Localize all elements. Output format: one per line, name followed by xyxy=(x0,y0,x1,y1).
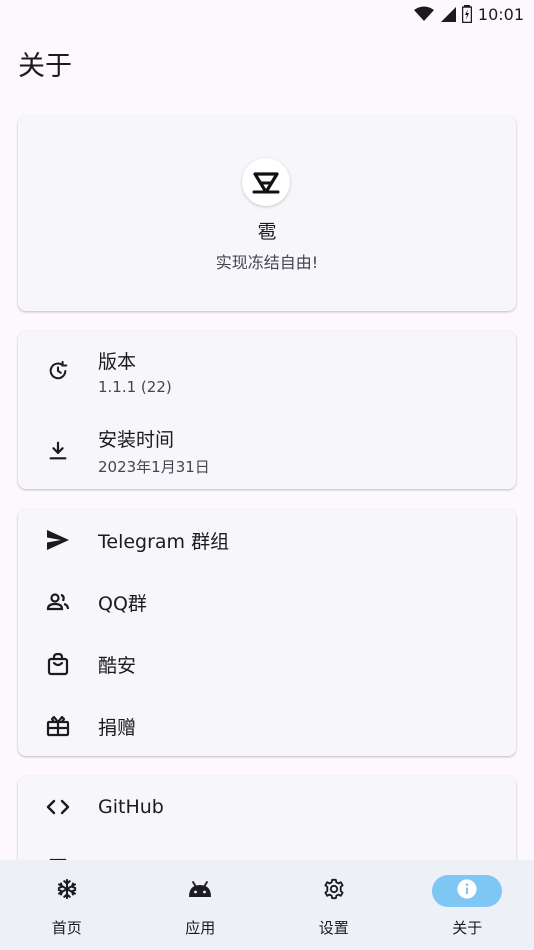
status-bar: 10:01 xyxy=(0,0,534,28)
coolapk-link[interactable]: 酷安 xyxy=(18,645,516,683)
nav-settings[interactable]: 设置 xyxy=(267,860,401,950)
coolapk-label: 酷安 xyxy=(98,654,137,677)
nav-settings-indicator xyxy=(299,875,369,907)
nav-home[interactable]: 首页 xyxy=(0,860,134,950)
version-info-card: 版本 1.1.1 (22) 安装时间 2023年1月31日 xyxy=(18,331,516,489)
app-info-card: 雹 实现冻结自由! xyxy=(18,116,516,311)
telegram-group-label: Telegram 群组 xyxy=(98,530,230,553)
install-time-value: 2023年1月31日 xyxy=(98,458,210,476)
nav-home-indicator xyxy=(32,875,102,907)
version-label: 版本 xyxy=(98,350,137,373)
nav-about-indicator xyxy=(432,875,503,907)
donate-label: 捐赠 xyxy=(98,716,137,739)
wifi-icon xyxy=(413,6,434,22)
shopping-bag-icon xyxy=(46,652,70,676)
snowflake-icon xyxy=(56,878,78,904)
install-time-row[interactable]: 安装时间 2023年1月31日 xyxy=(18,424,516,478)
group-icon xyxy=(46,590,70,614)
app-tagline: 实现冻结自由! xyxy=(215,253,319,272)
install-time-label: 安装时间 xyxy=(98,429,175,451)
donate-link[interactable]: 捐赠 xyxy=(18,707,516,745)
page-title: 关于 xyxy=(18,51,72,82)
community-links-card: Telegram 群组 QQ群 酷安 捐赠 xyxy=(18,509,516,756)
nav-about-label: 关于 xyxy=(452,919,483,937)
version-row[interactable]: 版本 1.1.1 (22) xyxy=(18,344,516,398)
telegram-group-link[interactable]: Telegram 群组 xyxy=(18,521,516,559)
gift-icon xyxy=(46,714,70,738)
nav-apps-label: 应用 xyxy=(185,919,216,937)
download-icon xyxy=(46,439,70,463)
signal-icon xyxy=(440,6,456,22)
code-icon xyxy=(46,795,70,819)
github-link[interactable]: GitHub xyxy=(18,788,516,826)
status-time: 10:01 xyxy=(477,4,524,24)
nav-settings-label: 设置 xyxy=(318,919,349,937)
qq-group-link[interactable]: QQ群 xyxy=(18,583,516,621)
nav-apps-indicator xyxy=(165,875,235,907)
version-value: 1.1.1 (22) xyxy=(98,377,172,396)
app-name: 雹 xyxy=(257,221,277,243)
info-icon xyxy=(456,878,478,904)
settings-gear-icon xyxy=(323,878,345,904)
app-logo-icon xyxy=(242,158,290,206)
android-icon xyxy=(187,880,213,902)
send-icon xyxy=(46,528,70,552)
battery-icon xyxy=(461,5,472,23)
bottom-navigation: 首页 应用 设置 关于 xyxy=(0,860,534,950)
nav-about[interactable]: 关于 xyxy=(401,860,534,950)
nav-apps[interactable]: 应用 xyxy=(134,860,268,950)
update-icon xyxy=(46,359,70,383)
qq-group-label: QQ群 xyxy=(98,592,147,615)
github-label: GitHub xyxy=(98,796,164,818)
nav-home-label: 首页 xyxy=(51,919,82,937)
